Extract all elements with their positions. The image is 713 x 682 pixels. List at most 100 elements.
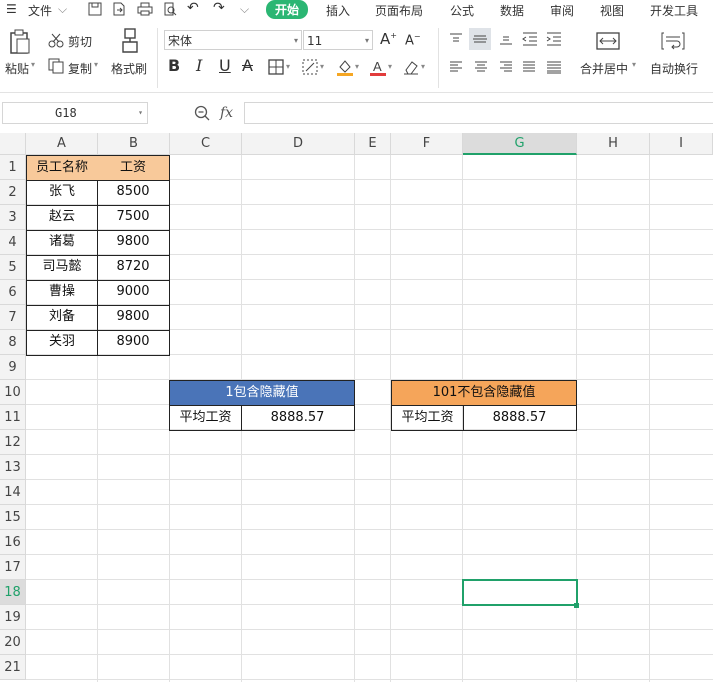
name-box[interactable]: G18 ▾ — [2, 102, 148, 124]
distributed-icon[interactable] — [546, 60, 562, 74]
borders-icon[interactable] — [268, 59, 284, 75]
employee-name-cell[interactable]: 曹操 — [26, 280, 98, 306]
employee-name-cell[interactable]: 关羽 — [26, 330, 98, 356]
block1-label[interactable]: 平均工资 — [169, 405, 242, 431]
employee-name-cell[interactable]: 司马懿 — [26, 255, 98, 281]
employee-name-cell[interactable]: 刘备 — [26, 305, 98, 331]
row-header-8[interactable]: 8 — [0, 330, 26, 355]
borders-chevron-icon[interactable]: ▾ — [286, 62, 290, 71]
underline-button[interactable]: U — [219, 56, 231, 75]
salary-cell[interactable]: 8900 — [97, 330, 170, 356]
save-icon[interactable] — [88, 2, 102, 16]
column-header-i[interactable]: I — [650, 133, 713, 155]
row-header-21[interactable]: 21 — [0, 655, 26, 680]
cut-icon[interactable] — [48, 32, 64, 48]
salary-cell[interactable]: 9800 — [97, 305, 170, 331]
align-left-icon[interactable] — [449, 60, 463, 74]
font-name-select[interactable]: 宋体 ▾ — [164, 30, 302, 50]
block1-title[interactable]: 1包含隐藏值 — [169, 380, 355, 406]
row-header-17[interactable]: 17 — [0, 555, 26, 580]
column-header-a[interactable]: A — [26, 133, 98, 155]
clear-format-icon[interactable] — [403, 59, 419, 75]
tab-view[interactable]: 视图 — [600, 2, 624, 19]
formula-input[interactable] — [244, 102, 713, 124]
fill-color-chevron-icon[interactable]: ▾ — [355, 62, 359, 71]
increase-indent-icon[interactable] — [546, 32, 562, 46]
row-header-14[interactable]: 14 — [0, 480, 26, 505]
chevron-down-icon[interactable]: ⌵ — [58, 2, 67, 17]
row-header-6[interactable]: 6 — [0, 280, 26, 305]
employee-name-cell[interactable]: 张飞 — [26, 180, 98, 206]
italic-button[interactable]: I — [196, 56, 202, 75]
table-header-name[interactable]: 员工名称 — [26, 155, 98, 181]
paste-icon[interactable] — [8, 28, 32, 56]
decrease-indent-icon[interactable] — [522, 32, 538, 46]
merge-center-button[interactable]: 合并居中 — [580, 60, 628, 77]
cell-style-icon[interactable] — [302, 59, 318, 75]
redo-icon[interactable]: ↷ — [213, 0, 225, 16]
increase-font-icon[interactable]: A+ — [380, 30, 397, 48]
block2-value[interactable]: 8888.57 — [463, 405, 577, 431]
tab-insert[interactable]: 插入 — [326, 2, 350, 19]
paste-chevron-icon[interactable]: ▾ — [31, 60, 35, 69]
format-painter-icon[interactable] — [120, 28, 140, 54]
salary-cell[interactable]: 8500 — [97, 180, 170, 206]
wrap-text-icon[interactable] — [661, 32, 685, 50]
row-header-16[interactable]: 16 — [0, 530, 26, 555]
row-header-20[interactable]: 20 — [0, 630, 26, 655]
column-header-d[interactable]: D — [242, 133, 355, 155]
decrease-font-icon[interactable]: A− — [405, 32, 421, 48]
undo-icon[interactable]: ↶ — [187, 0, 199, 16]
block2-label[interactable]: 平均工资 — [391, 405, 464, 431]
tab-developer[interactable]: 开发工具 — [650, 2, 698, 19]
block1-value[interactable]: 8888.57 — [241, 405, 355, 431]
tab-formulas[interactable]: 公式 — [450, 2, 474, 19]
row-header-19[interactable]: 19 — [0, 605, 26, 630]
merge-center-icon[interactable] — [596, 32, 620, 50]
align-right-icon[interactable] — [499, 60, 513, 74]
bold-button[interactable]: B — [168, 56, 180, 75]
row-header-3[interactable]: 3 — [0, 205, 26, 230]
cell-style-chevron-icon[interactable]: ▾ — [320, 62, 324, 71]
wrap-text-button[interactable]: 自动换行 — [650, 60, 698, 77]
column-header-c[interactable]: C — [170, 133, 242, 155]
column-header-f[interactable]: F — [391, 133, 463, 155]
paste-button[interactable]: 粘贴 — [5, 60, 29, 77]
strikethrough-button[interactable]: A — [242, 56, 253, 75]
merge-chevron-icon[interactable]: ▾ — [632, 60, 636, 69]
employee-name-cell[interactable]: 赵云 — [26, 205, 98, 231]
copy-chevron-icon[interactable]: ▾ — [94, 60, 98, 69]
justify-icon[interactable] — [522, 60, 536, 74]
row-header-7[interactable]: 7 — [0, 305, 26, 330]
file-menu[interactable]: 文件 — [28, 2, 52, 19]
tab-review[interactable]: 审阅 — [550, 2, 574, 19]
salary-cell[interactable]: 9000 — [97, 280, 170, 306]
function-icon[interactable]: fx — [220, 105, 233, 121]
row-header-15[interactable]: 15 — [0, 505, 26, 530]
row-header-12[interactable]: 12 — [0, 430, 26, 455]
print-icon[interactable] — [137, 2, 153, 16]
salary-cell[interactable]: 8720 — [97, 255, 170, 281]
salary-cell[interactable]: 9800 — [97, 230, 170, 256]
salary-cell[interactable]: 7500 — [97, 205, 170, 231]
row-header-4[interactable]: 4 — [0, 230, 26, 255]
zoom-icon[interactable] — [194, 105, 210, 121]
tab-page-layout[interactable]: 页面布局 — [375, 2, 423, 19]
cut-button[interactable]: 剪切 — [68, 33, 92, 50]
row-header-18[interactable]: 18 — [0, 580, 26, 605]
format-painter-button[interactable]: 格式刷 — [111, 60, 147, 77]
font-color-chevron-icon[interactable]: ▾ — [388, 62, 392, 71]
column-header-h[interactable]: H — [577, 133, 650, 155]
align-middle-icon[interactable] — [469, 28, 491, 50]
selected-cell[interactable] — [462, 579, 578, 606]
column-header-g[interactable]: G — [463, 133, 577, 155]
employee-name-cell[interactable]: 诸葛 — [26, 230, 98, 256]
print-preview-icon[interactable] — [163, 2, 177, 16]
align-top-icon[interactable] — [449, 32, 463, 46]
clear-format-chevron-icon[interactable]: ▾ — [421, 62, 425, 71]
menu-icon[interactable]: ☰ — [6, 2, 17, 16]
font-size-select[interactable]: 11 ▾ — [303, 30, 373, 50]
row-header-1[interactable]: 1 — [0, 155, 26, 180]
block2-title[interactable]: 101不包含隐藏值 — [391, 380, 577, 406]
tab-data[interactable]: 数据 — [500, 2, 524, 19]
